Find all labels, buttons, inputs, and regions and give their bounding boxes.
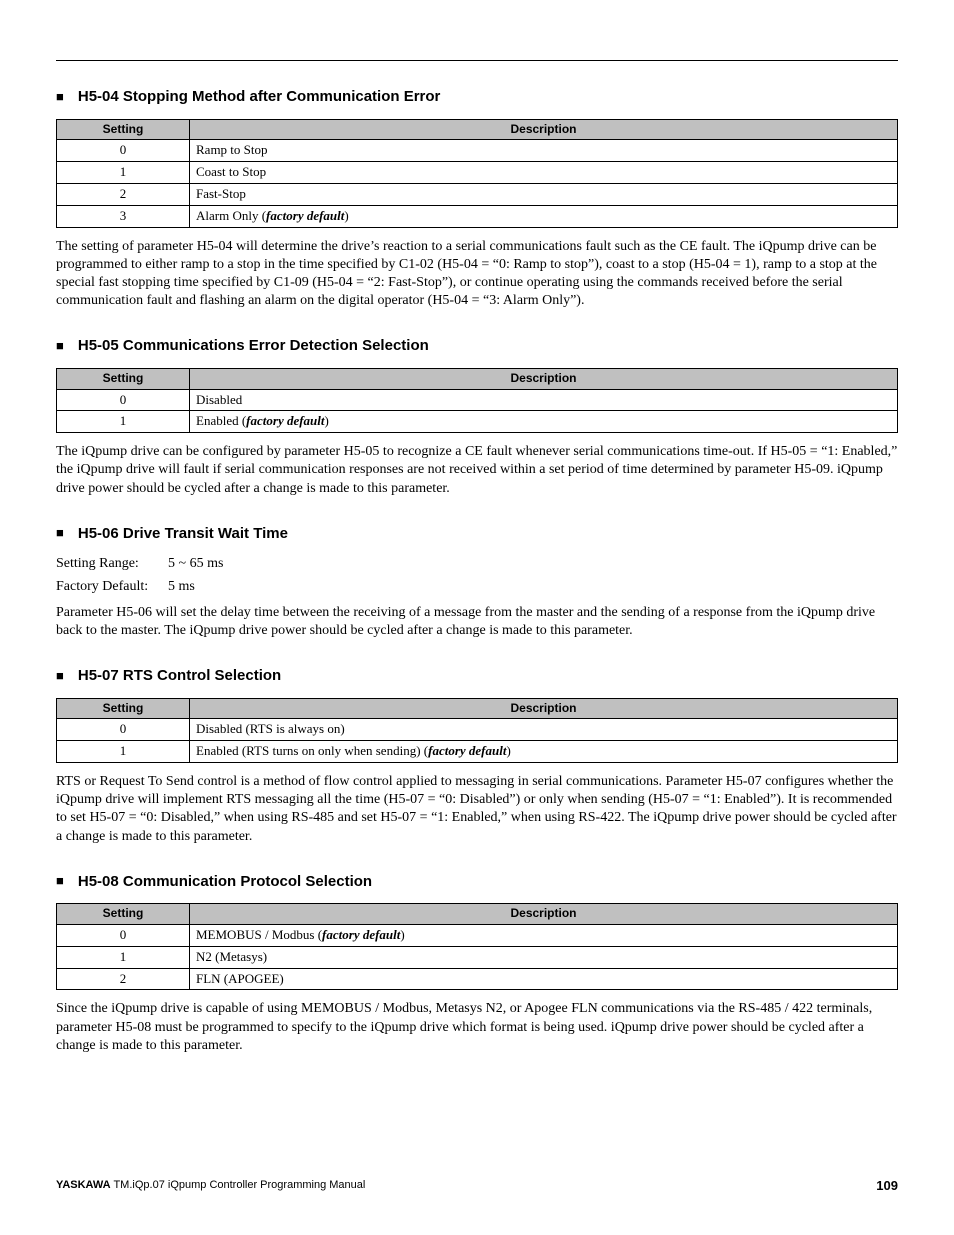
setting-range-value: 5 ~ 65 ms (168, 556, 223, 571)
bullet-icon: ■ (56, 668, 64, 685)
heading-h5-04: ■ H5-04 Stopping Method after Communicati… (56, 87, 898, 107)
heading-h5-05: ■ H5-05 Communications Error Detection Se… (56, 336, 898, 356)
table-h5-07: Setting Description 0 Disabled (RTS is a… (56, 698, 898, 763)
table-h5-04: Setting Description 0 Ramp to Stop 1 Coa… (56, 119, 898, 228)
para-h5-04: The setting of parameter H5-04 will dete… (56, 238, 898, 311)
table-h5-05: Setting Description 0 Disabled 1 Enabled… (56, 368, 898, 433)
factory-default-text: factory default (428, 743, 506, 758)
bullet-icon: ■ (56, 525, 64, 542)
cell-setting: 2 (57, 968, 190, 990)
cell-description: Enabled (factory default) (190, 411, 898, 433)
para-h5-05: The iQpump drive can be configured by pa… (56, 443, 898, 498)
setting-range-label: Setting Range: (56, 555, 168, 573)
factory-default-text: factory default (322, 927, 400, 942)
desc-prefix: MEMOBUS / Modbus ( (196, 927, 322, 942)
factory-default-value: 5 ms (168, 579, 195, 594)
heading-h5-07-text: H5-07 RTS Control Selection (78, 667, 281, 684)
heading-h5-08-text: H5-08 Communication Protocol Selection (78, 873, 372, 890)
heading-h5-05-text: H5-05 Communications Error Detection Sel… (78, 337, 429, 354)
bullet-icon: ■ (56, 89, 64, 106)
factory-default-row: Factory Default:5 ms (56, 578, 898, 596)
th-setting: Setting (57, 904, 190, 925)
table-row: 0 MEMOBUS / Modbus (factory default) (57, 924, 898, 946)
table-row: 0 Disabled (57, 389, 898, 411)
cell-description: MEMOBUS / Modbus (factory default) (190, 924, 898, 946)
cell-setting: 1 (57, 161, 190, 183)
table-row: 2 FLN (APOGEE) (57, 968, 898, 990)
factory-default-label: Factory Default: (56, 578, 168, 596)
cell-setting: 2 (57, 183, 190, 205)
cell-setting: 3 (57, 205, 190, 227)
cell-description: Alarm Only (factory default) (190, 205, 898, 227)
desc-prefix: Enabled (RTS turns on only when sending)… (196, 743, 428, 758)
cell-setting: 1 (57, 411, 190, 433)
cell-description: Fast-Stop (190, 183, 898, 205)
heading-h5-04-text: H5-04 Stopping Method after Communicatio… (78, 88, 441, 105)
cell-description: FLN (APOGEE) (190, 968, 898, 990)
table-h5-08: Setting Description 0 MEMOBUS / Modbus (… (56, 903, 898, 990)
footer-doc: TM.iQp.07 iQpump Controller Programming … (111, 1179, 366, 1191)
cell-description: Ramp to Stop (190, 140, 898, 162)
table-row: 3 Alarm Only (factory default) (57, 205, 898, 227)
desc-prefix: Enabled ( (196, 413, 246, 428)
table-row: 1 Coast to Stop (57, 161, 898, 183)
desc-prefix: Alarm Only ( (196, 208, 266, 223)
factory-default-text: factory default (266, 208, 344, 223)
para-h5-07: RTS or Request To Send control is a meth… (56, 773, 898, 846)
table-row: 1 Enabled (factory default) (57, 411, 898, 433)
table-row: 0 Ramp to Stop (57, 140, 898, 162)
desc-suffix: ) (344, 208, 348, 223)
cell-description: Enabled (RTS turns on only when sending)… (190, 741, 898, 763)
th-setting: Setting (57, 119, 190, 140)
desc-suffix: ) (325, 413, 329, 428)
cell-setting: 0 (57, 389, 190, 411)
page-number: 109 (876, 1178, 898, 1195)
cell-setting: 1 (57, 741, 190, 763)
factory-default-text: factory default (246, 413, 324, 428)
bullet-icon: ■ (56, 338, 64, 355)
page-footer: YASKAWA TM.iQp.07 iQpump Controller Prog… (56, 1178, 898, 1195)
top-rule (56, 60, 898, 61)
th-description: Description (190, 698, 898, 719)
cell-setting: 1 (57, 946, 190, 968)
cell-description: Coast to Stop (190, 161, 898, 183)
bullet-icon: ■ (56, 873, 64, 890)
para-h5-06: Parameter H5-06 will set the delay time … (56, 604, 898, 640)
table-row: 1 Enabled (RTS turns on only when sendin… (57, 741, 898, 763)
cell-description: Disabled (190, 389, 898, 411)
cell-setting: 0 (57, 719, 190, 741)
th-setting: Setting (57, 368, 190, 389)
heading-h5-08: ■ H5-08 Communication Protocol Selection (56, 872, 898, 892)
th-setting: Setting (57, 698, 190, 719)
table-row: 2 Fast-Stop (57, 183, 898, 205)
cell-description: N2 (Metasys) (190, 946, 898, 968)
cell-description: Disabled (RTS is always on) (190, 719, 898, 741)
th-description: Description (190, 368, 898, 389)
table-row: 1 N2 (Metasys) (57, 946, 898, 968)
setting-range-row: Setting Range:5 ~ 65 ms (56, 555, 898, 573)
th-description: Description (190, 904, 898, 925)
heading-h5-07: ■ H5-07 RTS Control Selection (56, 666, 898, 686)
footer-brand: YASKAWA (56, 1179, 111, 1191)
para-h5-08: Since the iQpump drive is capable of usi… (56, 1000, 898, 1055)
desc-suffix: ) (400, 927, 404, 942)
table-row: 0 Disabled (RTS is always on) (57, 719, 898, 741)
desc-suffix: ) (506, 743, 510, 758)
cell-setting: 0 (57, 140, 190, 162)
cell-setting: 0 (57, 924, 190, 946)
heading-h5-06-text: H5-06 Drive Transit Wait Time (78, 525, 288, 542)
th-description: Description (190, 119, 898, 140)
heading-h5-06: ■ H5-06 Drive Transit Wait Time (56, 524, 898, 544)
